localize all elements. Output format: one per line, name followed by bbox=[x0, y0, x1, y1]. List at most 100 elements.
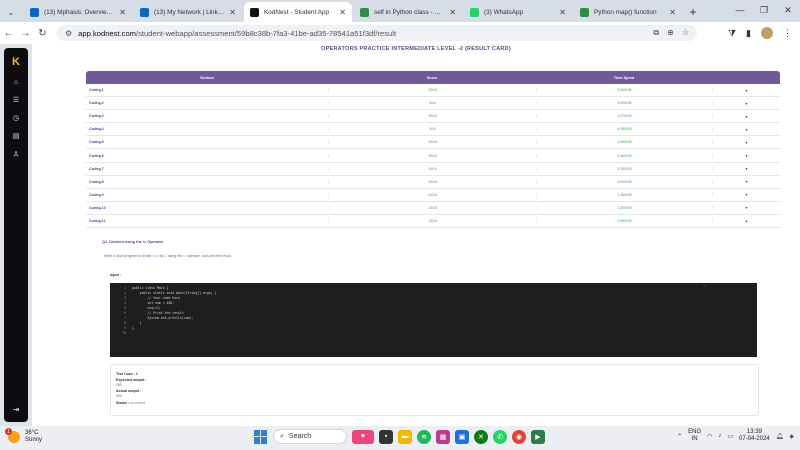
table-row[interactable]: Coding-2 0/10 4:09/5:00 ▾ bbox=[86, 97, 780, 111]
reload-icon[interactable]: ↻ bbox=[34, 28, 51, 39]
back-arrow-icon[interactable]: ← bbox=[0, 28, 17, 39]
minimize-button[interactable]: — bbox=[728, 0, 752, 20]
store-icon[interactable]: ▦ bbox=[436, 429, 450, 444]
table-row[interactable]: Coding-6 10/10 0:46/5:00 ▾ bbox=[86, 149, 780, 163]
new-tab-button[interactable]: + bbox=[684, 2, 702, 22]
taskbar-search[interactable]: ⌕ Search bbox=[273, 429, 347, 444]
line-number: 9 bbox=[124, 326, 126, 331]
tab-search-icon[interactable]: ⌄ bbox=[5, 6, 17, 18]
document-icon[interactable]: ▤ bbox=[13, 132, 20, 140]
kodnest-logo-icon[interactable]: K bbox=[12, 56, 20, 68]
copilot-widget-icon[interactable]: ♥ bbox=[352, 429, 374, 444]
row-score: 10/10 bbox=[328, 140, 536, 145]
system-tray: ⌃ ENG IN ◠ ♪ ▭ 13:39 07-04-2024 🔔︎ ◈ bbox=[677, 429, 794, 443]
extensions-icon[interactable]: ⧩ bbox=[728, 28, 736, 39]
table-row[interactable]: Coding-8 10/10 3:01/5:00 ▾ bbox=[86, 176, 780, 189]
code-editor[interactable]: ▬▬▬ 1 public class Main {2 public static … bbox=[110, 283, 757, 357]
kodnest-icon bbox=[250, 7, 259, 17]
copilot-icon[interactable]: ◈ bbox=[789, 433, 794, 440]
battery-icon[interactable]: ▭ bbox=[727, 433, 733, 440]
chevron-icon[interactable]: ▾ bbox=[712, 87, 780, 93]
status-label: Status : bbox=[116, 401, 130, 405]
spotify-icon[interactable]: ≋ bbox=[417, 429, 431, 444]
line-number: 3 bbox=[124, 295, 126, 300]
chevron-icon[interactable]: ▾ bbox=[712, 100, 780, 106]
table-row[interactable]: Coding-1 10/10 2:41/5:00 ▾ bbox=[86, 84, 780, 98]
geeksforgeeks-icon bbox=[580, 7, 589, 17]
table-row[interactable]: Coding-5 10/10 1:06/5:00 ▾ bbox=[86, 136, 780, 150]
windows-start-icon[interactable] bbox=[254, 429, 268, 444]
row-time: 3:01/5:00 bbox=[536, 179, 712, 184]
profile-icon[interactable]: ♙ bbox=[13, 150, 19, 158]
browser-tab[interactable]: Python map() function ✕ bbox=[574, 2, 682, 22]
install-app-icon[interactable]: ⧉ bbox=[653, 28, 659, 38]
forward-arrow-icon[interactable]: → bbox=[17, 28, 34, 39]
browser-tab[interactable]: (3) WhatsApp ✕ bbox=[464, 2, 572, 22]
zoom-icon[interactable]: ⊕ bbox=[667, 28, 674, 38]
url-bar[interactable]: ⚙ app.kodnest.com/student-webapp/assessm… bbox=[57, 25, 697, 41]
practice-icon[interactable]: ◷ bbox=[13, 114, 19, 122]
clock[interactable]: 13:39 07-04-2024 bbox=[739, 429, 770, 443]
table-row[interactable]: Coding-4 0/10 4:25/5:00 ▾ bbox=[86, 123, 780, 137]
editor-minimap[interactable]: ▬▬▬ bbox=[703, 285, 725, 289]
side-panel-icon[interactable]: ▮ bbox=[746, 28, 751, 39]
chevron-icon[interactable]: ▾ bbox=[712, 153, 780, 159]
terminal-icon[interactable]: ▶ bbox=[531, 429, 545, 444]
home-icon[interactable]: ⌂ bbox=[14, 79, 18, 86]
result-table: Section Score Time Spent Coding-1 10/10 2:… bbox=[86, 71, 780, 229]
table-row[interactable]: Coding-10 10/10 1:20/5:00 ▾ bbox=[86, 202, 780, 215]
site-info-icon[interactable]: ⚙ bbox=[65, 29, 72, 38]
close-tab-icon[interactable]: ✕ bbox=[669, 8, 676, 17]
weather-text: 36°C Sunny bbox=[25, 430, 42, 444]
close-tab-icon[interactable]: ✕ bbox=[119, 8, 126, 17]
app-area: K ⌂ ☰ ◷ ▤ ♙ ⇥ OPERATORS PRACTICE INTERME… bbox=[0, 44, 800, 426]
url-host: app.kodnest.com bbox=[78, 28, 137, 38]
courses-icon[interactable]: ☰ bbox=[13, 96, 19, 104]
close-tab-icon[interactable]: ✕ bbox=[559, 8, 566, 17]
restore-button[interactable]: ❐ bbox=[752, 0, 776, 20]
task-view-icon[interactable]: ▪ bbox=[379, 429, 393, 444]
chevron-icon[interactable]: ▴ bbox=[712, 218, 780, 224]
microsoft-store-icon[interactable]: ▣ bbox=[455, 429, 469, 444]
bookmark-star-icon[interactable]: ☆ bbox=[682, 28, 689, 38]
question-description: Write a Java program to divide num by 2 … bbox=[104, 254, 232, 258]
chevron-icon[interactable]: ▾ bbox=[712, 192, 780, 198]
chevron-icon[interactable]: ▾ bbox=[712, 166, 780, 172]
chevron-up-icon[interactable]: ⌃ bbox=[677, 433, 682, 440]
chrome-icon[interactable]: ◉ bbox=[512, 429, 526, 444]
chevron-icon[interactable]: ▾ bbox=[712, 139, 780, 145]
table-row[interactable]: Coding-9 10/10 1:25/5:00 ▾ bbox=[86, 189, 780, 202]
browser-tab[interactable]: self in Python class - Geek ✕ bbox=[354, 2, 462, 22]
whatsapp-icon[interactable]: ✆ bbox=[493, 429, 507, 444]
page-title: OPERATORS PRACTICE INTERMEDIATE LEVEL -2… bbox=[321, 46, 511, 52]
chevron-icon[interactable]: ▾ bbox=[712, 126, 780, 132]
volume-icon[interactable]: ♪ bbox=[718, 433, 721, 439]
table-row[interactable]: Coding-3 10/10 1:27/5:00 ▾ bbox=[86, 110, 780, 124]
language-indicator[interactable]: ENG IN bbox=[688, 429, 701, 443]
file-explorer-icon[interactable]: ▬ bbox=[398, 429, 412, 444]
profile-avatar[interactable] bbox=[761, 27, 773, 39]
desc-code-value: 2 bbox=[164, 254, 167, 258]
wifi-icon[interactable]: ◠ bbox=[707, 433, 712, 440]
table-body: Coding-1 10/10 2:41/5:00 ▾ Coding-2 0/10 4:09/… bbox=[86, 84, 780, 229]
browser-tab[interactable]: (13) Mphasis: Overview | Li ✕ bbox=[24, 2, 132, 22]
row-score: 10/10 bbox=[328, 192, 536, 197]
chevron-icon[interactable]: ▾ bbox=[712, 205, 780, 211]
logout-icon[interactable]: ⇥ bbox=[13, 405, 20, 414]
row-score: 0/10 bbox=[328, 127, 536, 132]
browser-tab[interactable]: (13) My Network | LinkedIn ✕ bbox=[134, 2, 242, 22]
close-window-button[interactable]: ✕ bbox=[776, 0, 800, 20]
bell-icon[interactable]: 🔔︎ bbox=[776, 433, 784, 440]
table-row[interactable]: Coding-7 10/10 0:33/5:00 ▾ bbox=[86, 163, 780, 176]
close-tab-icon[interactable]: ✕ bbox=[339, 8, 346, 17]
browser-tab[interactable]: KodNest - Student App ✕ bbox=[244, 2, 352, 22]
close-tab-icon[interactable]: ✕ bbox=[229, 8, 236, 17]
close-tab-icon[interactable]: ✕ bbox=[449, 8, 456, 17]
chevron-icon[interactable]: ▾ bbox=[712, 179, 780, 185]
chevron-icon[interactable]: ▾ bbox=[712, 113, 780, 119]
actual-output-value: 200 bbox=[116, 394, 122, 398]
weather-widget[interactable]: 1 36°C Sunny bbox=[5, 428, 42, 444]
xbox-icon[interactable]: ✕ bbox=[474, 429, 488, 444]
browser-menu-icon[interactable]: ⋮ bbox=[783, 28, 792, 39]
table-row[interactable]: Coding-11 10/10 1:06/5:00 ▴ bbox=[86, 215, 780, 229]
